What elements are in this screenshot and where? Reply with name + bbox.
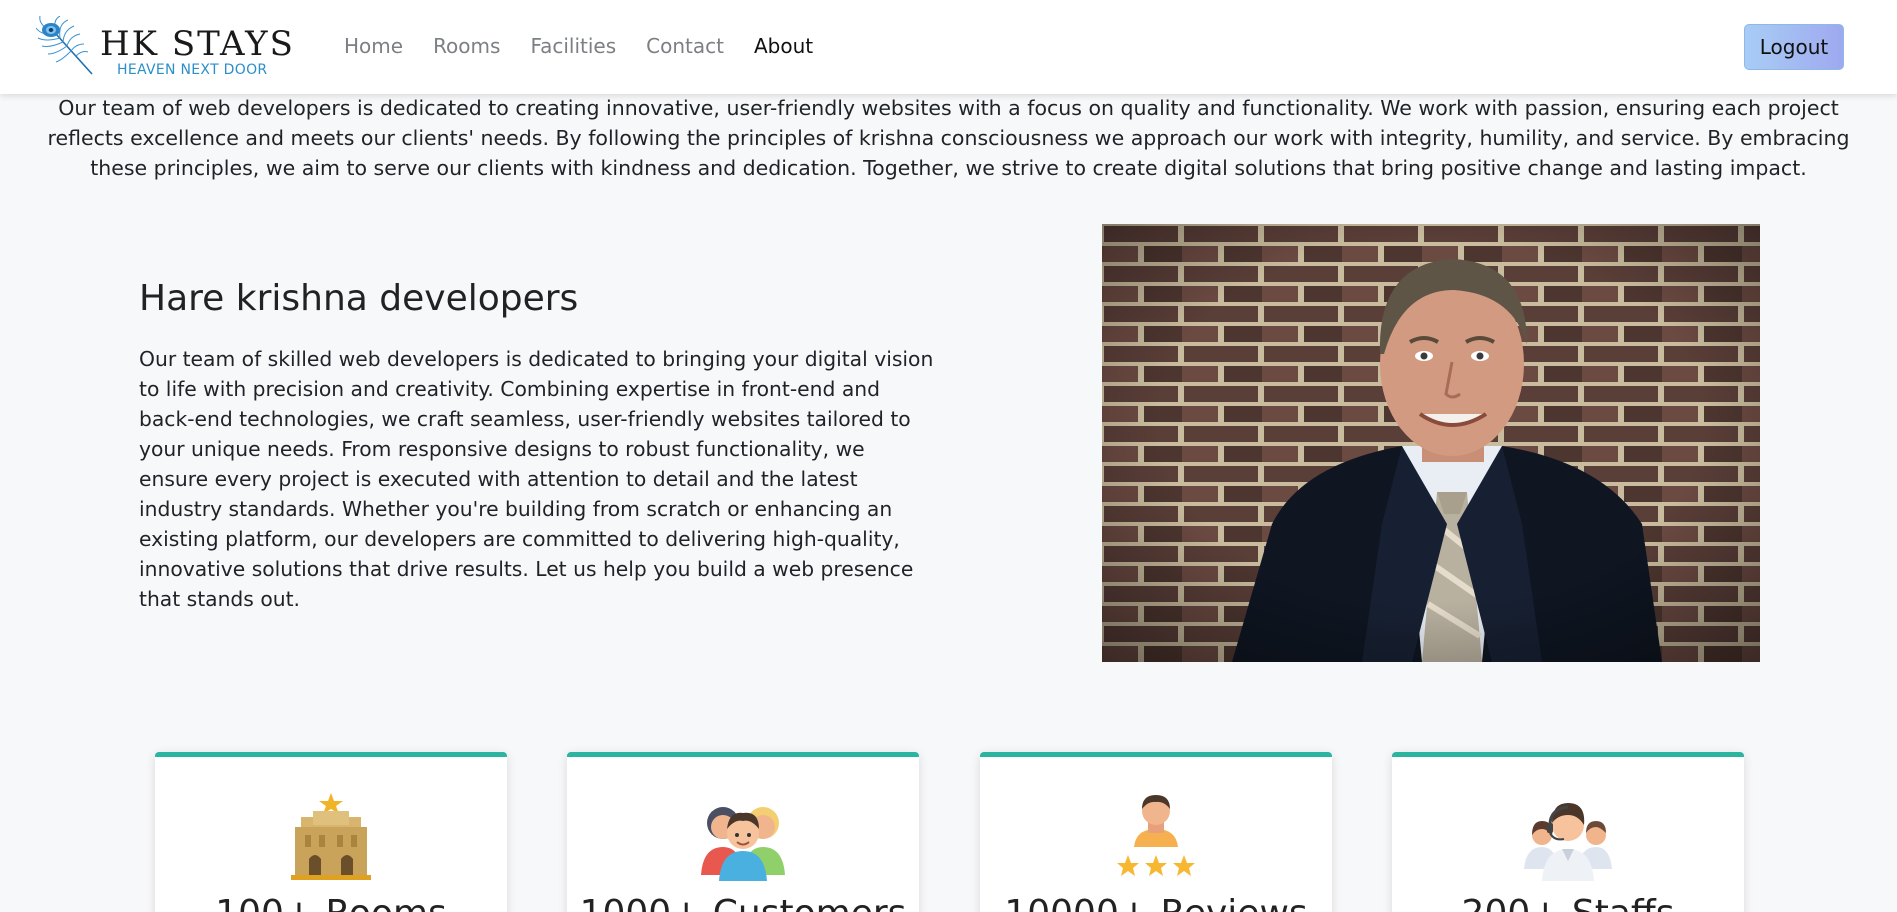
main-nav: Home Rooms Facilities Contact About xyxy=(344,34,813,58)
about-description: Our team of skilled web developers is de… xyxy=(139,347,934,611)
nav-about-link[interactable]: About xyxy=(754,34,813,58)
navbar: HK STAYS HEAVEN NEXT DOOR Home Rooms Fac… xyxy=(0,0,1897,94)
reviews-icon xyxy=(1117,795,1195,876)
nav-contact-link[interactable]: Contact xyxy=(646,34,724,58)
nav-facilities-link[interactable]: Facilities xyxy=(530,34,616,58)
developer-portrait-image xyxy=(1102,224,1760,662)
customers-icon xyxy=(701,807,785,881)
stat-rooms-label: 100+ Rooms xyxy=(155,893,507,912)
stat-reviews-label: 10000+ Reviews xyxy=(980,893,1332,912)
logout-button[interactable]: Logout xyxy=(1744,24,1844,70)
peacock-feather-icon xyxy=(36,16,93,75)
stat-customers-label: 1000+ Customers xyxy=(567,893,919,912)
stat-card-customers: 1000+ Customers xyxy=(567,752,919,912)
nav-home-link[interactable]: Home xyxy=(344,34,403,58)
portrait-illustration xyxy=(1102,224,1760,662)
about-heading: Hare krishna developers xyxy=(139,278,579,319)
stat-card-rooms: 100+ Rooms xyxy=(155,752,507,912)
hotel-icon xyxy=(291,793,371,880)
staff-icon xyxy=(1524,803,1612,881)
brand-tagline: HEAVEN NEXT DOOR xyxy=(117,62,268,78)
stat-card-staffs: 200+ Staffs xyxy=(1392,752,1744,912)
brand-logo[interactable]: HK STAYS HEAVEN NEXT DOOR xyxy=(36,14,293,80)
intro-paragraph: Our team of web developers is dedicated … xyxy=(47,95,1850,180)
stat-card-reviews: 10000+ Reviews xyxy=(980,752,1332,912)
brand-title: HK STAYS xyxy=(100,24,295,64)
nav-rooms-link[interactable]: Rooms xyxy=(433,34,500,58)
about-page: Our team of web developers is dedicated … xyxy=(0,0,1897,912)
stat-staffs-label: 200+ Staffs xyxy=(1392,893,1744,912)
